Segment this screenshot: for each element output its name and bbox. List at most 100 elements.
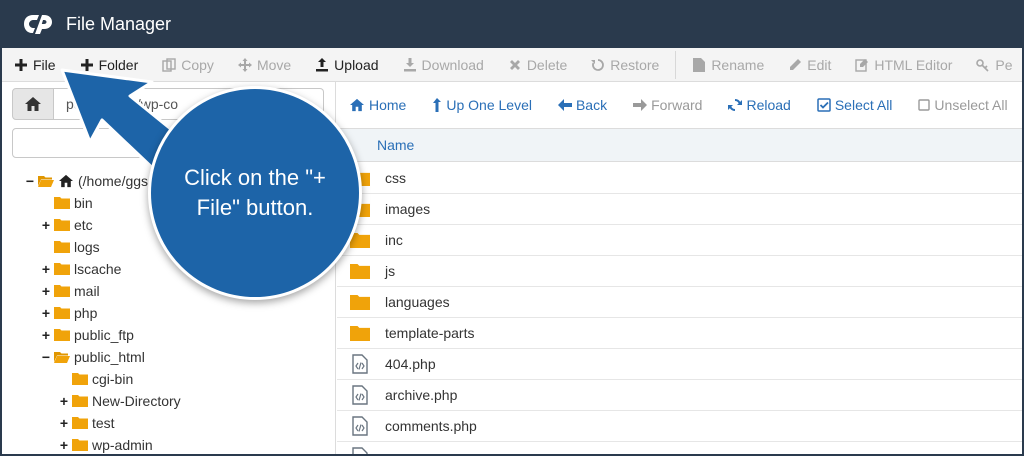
file-row-archive-php[interactable]: archive.php xyxy=(337,380,1022,411)
file-row-template-parts[interactable]: template-parts xyxy=(337,318,1022,349)
new-file-button[interactable]: File xyxy=(2,48,68,82)
tree-item-label: test xyxy=(92,415,115,431)
home-icon xyxy=(25,97,41,111)
edit-button[interactable]: Edit xyxy=(776,48,843,82)
tree-item-label: bin xyxy=(74,195,93,211)
cpanel-logo-icon xyxy=(24,15,52,34)
nav-select-all-button[interactable]: Select All xyxy=(817,97,892,113)
tree-toggle[interactable]: + xyxy=(40,327,52,343)
nav-up-level-button[interactable]: Up One Level xyxy=(432,97,532,113)
file-row-inc[interactable]: inc xyxy=(337,225,1022,256)
file-name: template-parts xyxy=(385,325,475,341)
tree-item-test[interactable]: + test xyxy=(2,412,336,434)
checkbox-empty-icon xyxy=(918,99,931,111)
tree-toggle[interactable]: − xyxy=(24,173,36,189)
restore-icon xyxy=(591,58,605,72)
permissions-icon xyxy=(976,58,990,72)
nav-home-button[interactable]: Home xyxy=(349,97,406,113)
folder-icon xyxy=(349,261,371,281)
file-row-404-php[interactable]: 404.php xyxy=(337,349,1022,380)
tree-item-label: etc xyxy=(74,217,93,233)
home-icon xyxy=(59,174,73,188)
plus-icon xyxy=(80,58,94,72)
download-button[interactable]: Download xyxy=(391,48,496,82)
permissions-button[interactable]: Pe xyxy=(964,48,1022,82)
tree-toggle[interactable]: + xyxy=(58,437,70,453)
file-name: inc xyxy=(385,232,403,248)
nav-reload-button[interactable]: Reload xyxy=(728,97,791,113)
nav-home-label: Home xyxy=(369,97,407,113)
reload-icon xyxy=(728,98,743,112)
restore-button[interactable]: Restore xyxy=(579,48,671,82)
column-header-name[interactable]: Name xyxy=(337,128,1022,162)
html-editor-button[interactable]: HTML Editor xyxy=(843,48,964,82)
delete-button[interactable]: Delete xyxy=(496,48,579,82)
folder-icon xyxy=(54,307,70,319)
tree-item-label: public_html xyxy=(74,349,145,365)
path-home-button[interactable] xyxy=(12,88,54,120)
file-row-css[interactable]: css xyxy=(337,163,1022,194)
arrow-right-icon xyxy=(633,99,648,111)
file-row-images[interactable]: images xyxy=(337,194,1022,225)
file-row-comments-php[interactable]: comments.php xyxy=(337,411,1022,442)
tree-toggle[interactable]: + xyxy=(58,393,70,409)
code-file-icon xyxy=(349,354,371,374)
code-file-icon xyxy=(349,416,371,436)
file-row-languages[interactable]: languages xyxy=(337,287,1022,318)
tree-item-label: (/home/ggs xyxy=(78,173,149,189)
tree-item-public-ftp[interactable]: + public_ftp xyxy=(2,324,336,346)
upload-button[interactable]: Upload xyxy=(303,48,390,82)
file-name: languages xyxy=(385,294,450,310)
rename-label: Rename xyxy=(711,56,765,73)
upload-icon xyxy=(315,57,329,72)
rename-button[interactable]: Rename xyxy=(680,48,776,82)
html-editor-icon xyxy=(855,58,869,72)
copy-button[interactable]: Copy xyxy=(150,48,226,82)
folder-icon xyxy=(54,241,70,253)
file-name: 404.php xyxy=(385,356,436,372)
file-row-partial[interactable] xyxy=(337,442,1022,454)
nav-unselect-all-button[interactable]: Unselect All xyxy=(918,97,1008,113)
copy-icon xyxy=(162,57,176,72)
file-row-js[interactable]: js xyxy=(337,256,1022,287)
tree-item-label: New-Directory xyxy=(92,393,181,409)
tree-item-cgi-bin[interactable]: cgi-bin xyxy=(2,368,336,390)
file-manager-window: File Manager File Folder Copy Move Uploa… xyxy=(0,0,1024,456)
tree-item-php[interactable]: + php xyxy=(2,302,336,324)
plus-icon xyxy=(14,58,28,72)
tree-toggle[interactable]: + xyxy=(40,305,52,321)
folder-icon xyxy=(54,197,70,209)
new-folder-button[interactable]: Folder xyxy=(68,48,151,82)
tree-item-label: logs xyxy=(74,239,100,255)
tree-toggle[interactable]: + xyxy=(40,261,52,277)
delete-icon xyxy=(508,58,522,72)
folder-icon xyxy=(72,439,88,451)
tree-toggle[interactable]: + xyxy=(40,283,52,299)
restore-label: Restore xyxy=(610,56,660,73)
tree-item-label: public_ftp xyxy=(74,327,134,343)
move-label: Move xyxy=(256,56,292,73)
tree-item-new-directory[interactable]: + New-Directory xyxy=(2,390,336,412)
nav-forward-button[interactable]: Forward xyxy=(633,97,702,113)
tree-toggle[interactable]: + xyxy=(40,217,52,233)
tree-toggle[interactable]: + xyxy=(58,415,70,431)
nav-forward-label: Forward xyxy=(651,97,703,113)
app-header: File Manager xyxy=(2,0,1022,48)
app-title: File Manager xyxy=(66,13,172,34)
html-editor-label: HTML Editor xyxy=(874,56,953,73)
edit-label: Edit xyxy=(807,56,832,73)
edit-icon xyxy=(788,58,802,72)
tree-item-public-html[interactable]: − public_html xyxy=(2,346,336,368)
new-folder-label: Folder xyxy=(98,56,139,73)
toolbar-divider xyxy=(675,50,677,79)
nav-up-level-label: Up One Level xyxy=(446,97,532,113)
tree-toggle[interactable]: − xyxy=(40,349,52,365)
file-list-panel: Home Up One Level Back Forward Reload Se… xyxy=(337,82,1022,454)
nav-back-button[interactable]: Back xyxy=(557,97,607,113)
move-button[interactable]: Move xyxy=(226,48,303,82)
rename-icon xyxy=(692,57,706,72)
level-up-icon xyxy=(432,98,442,112)
tree-item-wp-admin[interactable]: + wp-admin xyxy=(2,434,336,454)
file-name: archive.php xyxy=(385,387,458,403)
new-file-label: File xyxy=(33,56,56,73)
